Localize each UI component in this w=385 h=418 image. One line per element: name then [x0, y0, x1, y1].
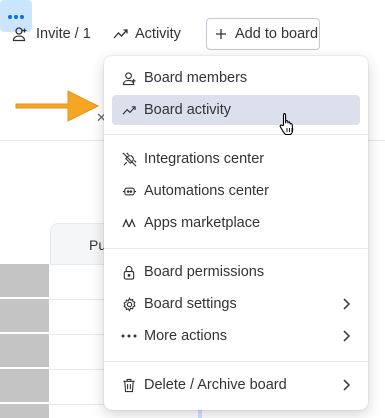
menu-item-label: Automations center: [144, 183, 269, 199]
hand-cursor-icon: [279, 112, 297, 141]
menu-item-label: Board settings: [144, 296, 237, 312]
menu-item-automations-center[interactable]: Automations center: [112, 176, 360, 206]
menu-item-delete-archive-board[interactable]: Delete / Archive board: [112, 370, 360, 400]
group-color-bar: [0, 264, 49, 297]
plug-icon: [121, 151, 137, 167]
invite-button[interactable]: Invite / 1: [12, 18, 91, 50]
column-header[interactable]: Pu: [50, 223, 110, 265]
menu-divider: [104, 134, 368, 135]
group-color-bar: [0, 369, 49, 402]
menu-item-integrations-center[interactable]: Integrations center: [112, 144, 360, 174]
apps-icon: [121, 215, 137, 231]
menu-item-label: Integrations center: [144, 151, 265, 167]
menu-item-board-members[interactable]: Board members: [112, 63, 360, 93]
menu-item-apps-marketplace[interactable]: Apps marketplace: [112, 208, 360, 238]
menu-item-more-actions[interactable]: More actions: [112, 321, 360, 351]
menu-item-label: Board permissions: [144, 264, 265, 280]
trash-icon: [121, 377, 137, 393]
person-add-icon: [121, 70, 137, 86]
menu-divider: [104, 361, 368, 362]
table-cell[interactable]: [50, 369, 110, 403]
table-cell[interactable]: [50, 404, 110, 418]
group-color-bar: [0, 404, 49, 418]
menu-item-label: More actions: [144, 328, 228, 344]
add-to-board-button[interactable]: Add to board: [206, 18, 320, 50]
menu-item-label: Board activity: [144, 102, 232, 118]
chevron-right-icon: [338, 377, 354, 397]
table-cell[interactable]: [50, 334, 110, 368]
menu-divider: [104, 248, 368, 249]
group-color-bar: [0, 299, 49, 332]
menu-item-label: Apps marketplace: [144, 215, 261, 231]
chevron-right-icon: [338, 328, 354, 348]
chevron-right-icon: [338, 296, 354, 316]
menu-item-board-permissions[interactable]: Board permissions: [112, 257, 360, 287]
plus-icon: [215, 28, 227, 40]
add-to-board-label: Add to board: [235, 26, 319, 42]
menu-item-label: Delete / Archive board: [144, 377, 287, 393]
board-options-menu: Board members Board activity Integration…: [104, 56, 368, 410]
group-color-bar: [0, 334, 49, 367]
menu-item-label: Board members: [144, 70, 248, 86]
invite-label: Invite / 1: [36, 26, 91, 42]
gear-icon: [121, 296, 137, 312]
activity-button[interactable]: Activity: [113, 18, 181, 50]
activity-label: Activity: [135, 26, 181, 42]
robot-icon: [121, 183, 137, 199]
menu-item-board-settings[interactable]: Board settings: [112, 289, 360, 319]
person-add-icon: [12, 26, 28, 42]
table-cell[interactable]: [50, 299, 110, 333]
lock-icon: [121, 264, 137, 280]
table-cell[interactable]: [50, 264, 110, 298]
activity-icon: [113, 26, 129, 42]
annotation-arrow-icon: [14, 88, 100, 129]
menu-item-board-activity[interactable]: Board activity: [112, 95, 360, 125]
activity-icon: [121, 102, 137, 118]
more-icon: [121, 328, 137, 344]
